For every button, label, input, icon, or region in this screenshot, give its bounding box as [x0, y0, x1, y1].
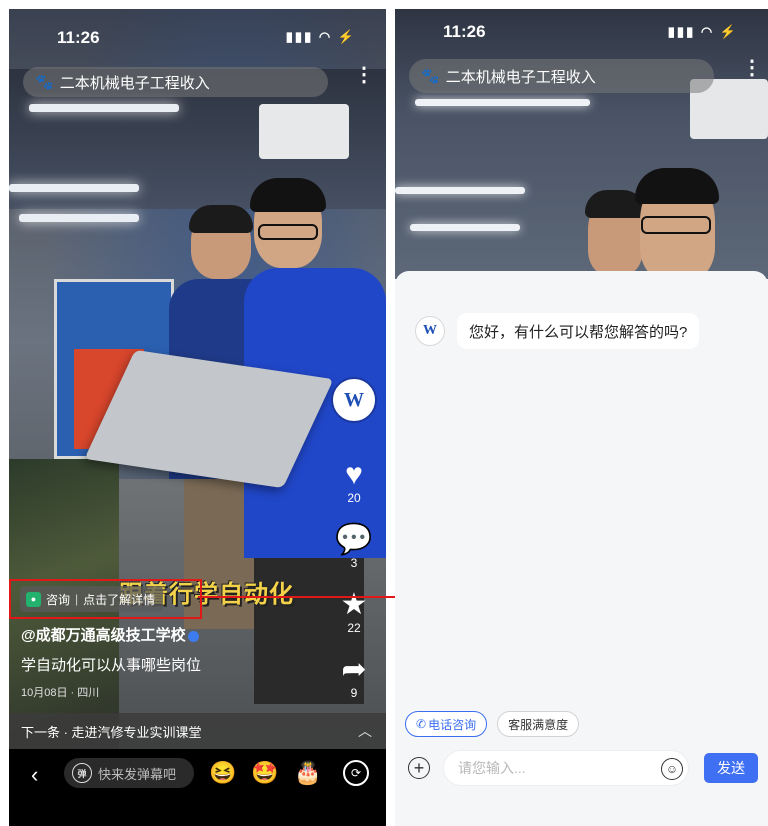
back-button[interactable]: ‹ — [31, 762, 38, 788]
danmu-icon: 弹 — [72, 763, 92, 783]
brand-avatar[interactable]: W — [333, 379, 375, 421]
plus-icon[interactable]: + — [408, 757, 430, 779]
search-bar[interactable]: 🐾 二本机械电子工程收入 — [23, 67, 328, 97]
share-icon: ➦ — [341, 653, 367, 686]
bottom-toolbar: ‹ 弹 快来发弹幕吧 😆 🤩 🎂 ⟳ — [9, 749, 386, 826]
emoji-star-eyes-icon[interactable]: 🤩 — [251, 760, 278, 786]
chat-sheet: W 您好，有什么可以帮您解答的吗? ✆ 电话咨询 客服满意度 + 请您输入...… — [395, 271, 768, 826]
emoji-icon[interactable]: ☺ — [661, 758, 683, 780]
signal-wifi-battery-icon: ▮▮▮ ◠ ⚡ — [667, 24, 738, 39]
emoji-laugh-icon[interactable]: 😆 — [209, 760, 236, 786]
status-time: 11:26 — [57, 28, 100, 47]
chat-screen: 11:26 ▮▮▮ ◠ ⚡ 🐾 二本机械电子工程收入 ⋮ W 您好，有什么可以帮… — [395, 9, 768, 826]
verified-icon — [187, 630, 199, 642]
next-video-label: 下一条 · 走进汽修专业实训课堂 — [21, 724, 202, 740]
search-bar[interactable]: 🐾 二本机械电子工程收入 — [409, 59, 714, 93]
comment-button[interactable]: 💬 3 — [331, 523, 377, 571]
signal-wifi-battery-icon: ▮▮▮ ◠ ⚡ — [285, 29, 356, 44]
screenshot-stage: 11:26 ▮▮▮ ◠ ⚡ 🐾 二本机械电子工程收入 ⋮ W ♥ 20 💬 3 … — [0, 0, 768, 826]
like-count: 20 — [347, 491, 361, 505]
video-description: 学自动化可以从事哪些岗位 — [21, 657, 202, 674]
paw-icon: 🐾 — [35, 74, 54, 91]
highlight-box — [9, 579, 202, 619]
quick-replies: ✆ 电话咨询 客服满意度 — [405, 711, 580, 737]
search-query: 二本机械电子工程收入 — [59, 74, 210, 92]
message-placeholder: 请您输入... — [458, 760, 526, 776]
satisfaction-button[interactable]: 客服满意度 — [497, 711, 580, 737]
share-button[interactable]: ➦ 9 — [331, 653, 377, 701]
phone-icon: ✆ — [416, 717, 427, 731]
emoji-cake-icon[interactable]: 🎂 — [294, 760, 321, 786]
danmu-input[interactable]: 弹 快来发弹幕吧 — [64, 758, 194, 788]
video-screen: 11:26 ▮▮▮ ◠ ⚡ 🐾 二本机械电子工程收入 ⋮ W ♥ 20 💬 3 … — [9, 9, 386, 826]
danmu-placeholder: 快来发弹幕吧 — [98, 766, 177, 782]
author-name[interactable]: @成都万通高级技工学校 — [21, 624, 199, 645]
rotate-icon[interactable]: ⟳ — [343, 760, 369, 786]
next-video-bar[interactable]: 下一条 · 走进汽修专业实训课堂 ︿ — [9, 713, 386, 749]
chevron-up-icon: ︿ — [358, 723, 372, 739]
share-count: 9 — [350, 686, 358, 700]
search-query: 二本机械电子工程收入 — [445, 68, 596, 86]
more-options-icon[interactable]: ⋮ — [354, 65, 374, 85]
brand-logo: W — [344, 388, 364, 411]
more-options-icon[interactable]: ⋮ — [742, 58, 762, 78]
phone-consult-button[interactable]: ✆ 电话咨询 — [405, 711, 488, 737]
chat-input-row: + 请您输入... ☺ 发送 — [395, 745, 768, 805]
send-button[interactable]: 发送 — [704, 753, 758, 783]
greeting-message: 您好，有什么可以帮您解答的吗? — [457, 313, 700, 349]
status-bar: 11:26 ▮▮▮ ◠ ⚡ — [9, 9, 386, 65]
satisfaction-label: 客服满意度 — [508, 717, 569, 732]
message-input[interactable]: 请您输入... — [443, 750, 689, 786]
like-button[interactable]: ♥ 20 — [331, 458, 377, 506]
bot-avatar: W — [415, 316, 445, 346]
comment-count: 3 — [350, 556, 358, 570]
star-icon: ★ — [340, 588, 368, 621]
heart-icon: ♥ — [345, 458, 363, 491]
comment-icon: 💬 — [335, 523, 373, 556]
status-time: 11:26 — [443, 22, 486, 41]
paw-icon: 🐾 — [421, 68, 440, 85]
favorite-count: 22 — [347, 621, 361, 635]
status-bar: 11:26 ▮▮▮ ◠ ⚡ — [395, 9, 768, 65]
phone-consult-label: 电话咨询 — [428, 717, 477, 732]
video-meta: 10月08日 · 四川 — [21, 687, 100, 699]
